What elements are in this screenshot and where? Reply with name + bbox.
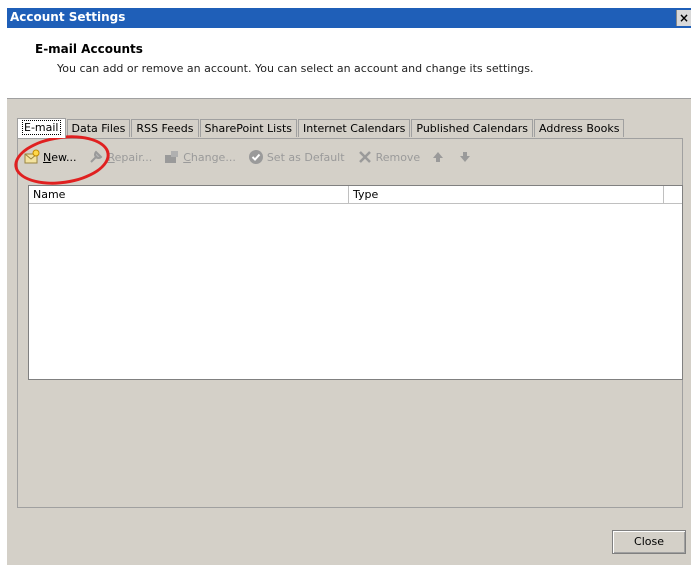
remove-button[interactable]: Remove bbox=[357, 149, 420, 165]
arrow-down-icon bbox=[460, 152, 471, 162]
tab-data-files[interactable]: Data Files bbox=[66, 119, 131, 137]
column-header-type[interactable]: Type bbox=[349, 186, 664, 203]
arrow-up-icon bbox=[433, 152, 444, 162]
move-down-button[interactable] bbox=[459, 151, 474, 163]
tab-email[interactable]: E-mail bbox=[17, 118, 66, 138]
new-account-button[interactable]: New... bbox=[24, 149, 76, 165]
email-tab-panel: New... Repair... Change... Set as Defaul… bbox=[17, 138, 683, 508]
tab-sharepoint-lists[interactable]: SharePoint Lists bbox=[199, 119, 298, 137]
tab-rss-feeds[interactable]: RSS Feeds bbox=[131, 119, 199, 137]
repair-icon bbox=[90, 150, 103, 163]
repair-button[interactable]: Repair... bbox=[88, 149, 152, 165]
list-header: Name Type bbox=[29, 186, 682, 204]
accounts-list[interactable]: Name Type bbox=[28, 185, 683, 380]
tab-strip: E-mail Data Files RSS Feeds SharePoint L… bbox=[17, 118, 625, 138]
move-up-button[interactable] bbox=[432, 151, 447, 163]
section-description: You can add or remove an account. You ca… bbox=[57, 62, 534, 75]
set-as-default-button[interactable]: Set as Default bbox=[248, 149, 345, 165]
section-heading: E-mail Accounts bbox=[35, 42, 143, 56]
remove-icon bbox=[358, 151, 371, 163]
tab-internet-calendars[interactable]: Internet Calendars bbox=[298, 119, 411, 137]
tab-published-calendars[interactable]: Published Calendars bbox=[411, 119, 534, 137]
checkmark-icon bbox=[248, 150, 263, 164]
column-header-name[interactable]: Name bbox=[29, 186, 349, 203]
window-title: Account Settings bbox=[10, 10, 126, 24]
change-button[interactable]: Change... bbox=[164, 149, 236, 165]
dialog-body: E-mail Data Files RSS Feeds SharePoint L… bbox=[7, 98, 691, 565]
account-toolbar: New... Repair... Change... Set as Defaul… bbox=[24, 145, 486, 169]
close-icon[interactable]: × bbox=[676, 10, 691, 26]
tab-address-books[interactable]: Address Books bbox=[534, 119, 625, 137]
new-account-icon bbox=[24, 149, 40, 164]
dialog-header: E-mail Accounts You can add or remove an… bbox=[7, 28, 691, 98]
close-button[interactable]: Close bbox=[612, 530, 686, 554]
title-bar: Account Settings × bbox=[7, 8, 691, 28]
change-icon bbox=[165, 151, 179, 163]
